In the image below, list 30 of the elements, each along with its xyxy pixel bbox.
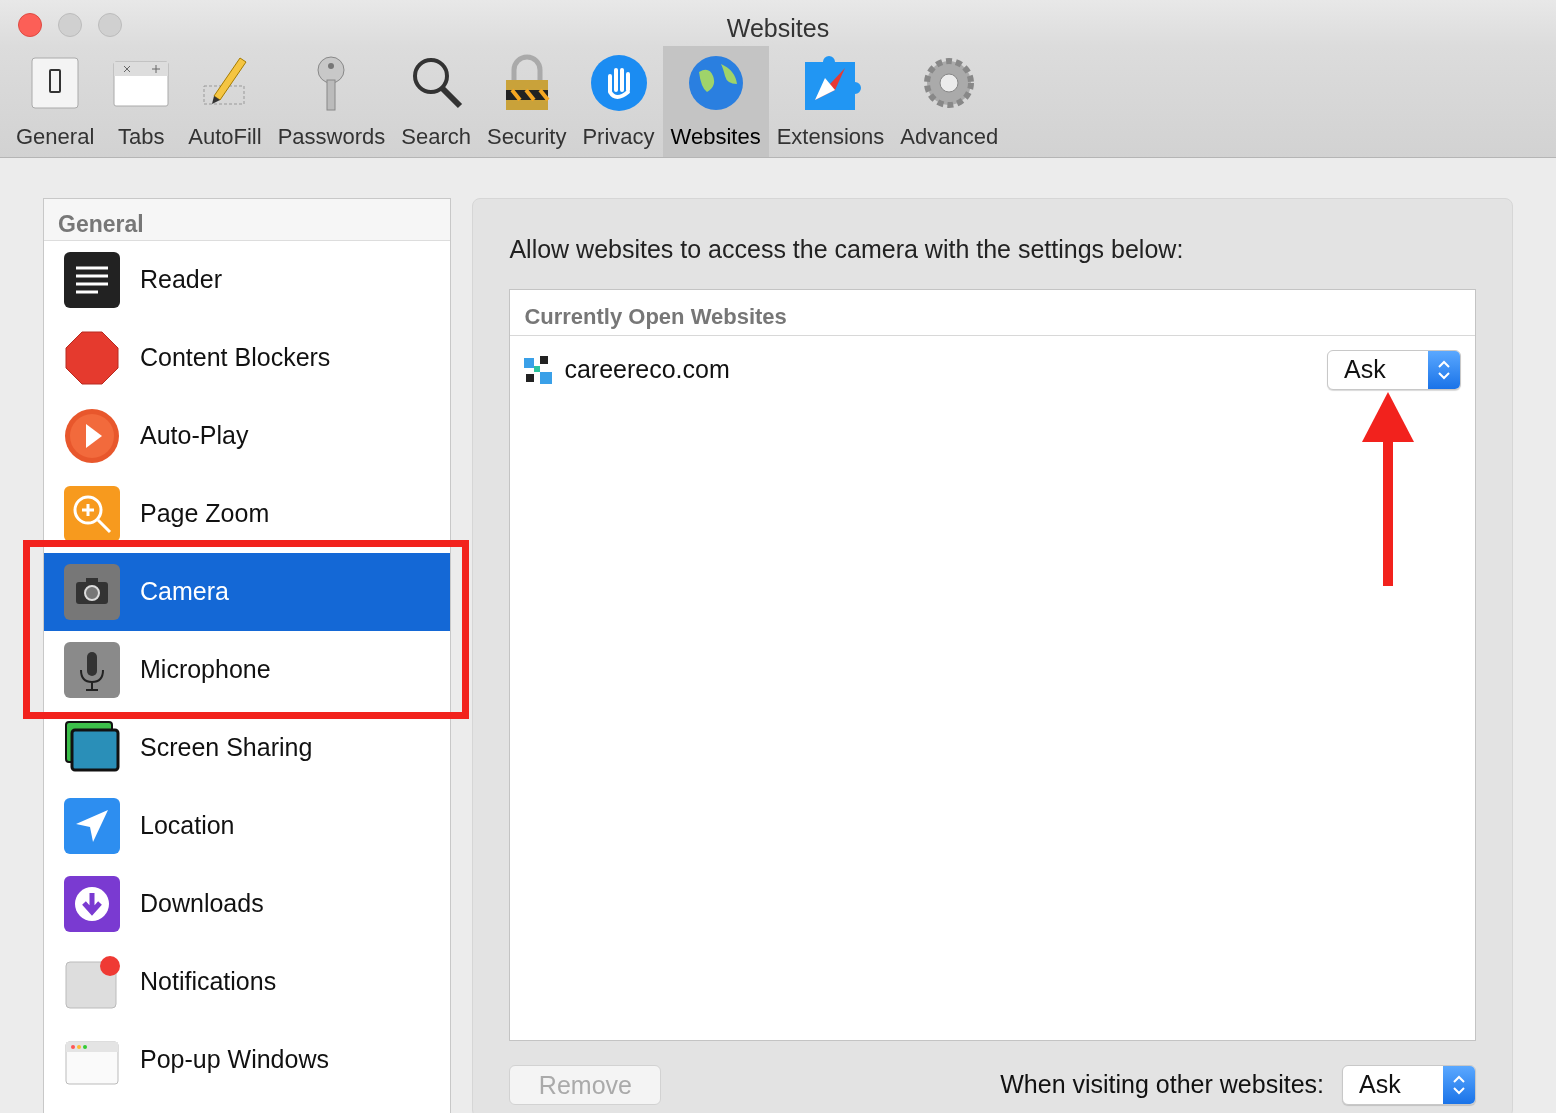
site-favicon-icon xyxy=(522,353,555,386)
table-header: Currently Open Websites xyxy=(510,289,1475,336)
close-button[interactable] xyxy=(18,13,42,37)
camera-icon xyxy=(64,564,120,620)
permission-select[interactable]: Ask xyxy=(1327,349,1461,390)
reader-icon xyxy=(64,252,120,308)
toolbar-tab[interactable]: Tabs xyxy=(102,46,181,157)
toolbar-tab[interactable]: Privacy xyxy=(574,46,663,157)
default-setting-label: When visiting other websites: xyxy=(1000,1068,1324,1100)
panel-heading: Allow websites to access the camera with the settings below: xyxy=(509,234,1185,265)
toolbar-tab[interactable]: Websites xyxy=(662,46,769,157)
toolbar-tab[interactable]: Passwords xyxy=(269,46,394,157)
location-icon xyxy=(64,798,120,854)
toolbar-tab[interactable]: AutoFill xyxy=(180,46,270,157)
window-title: Websites xyxy=(726,14,830,42)
sidebar-item[interactable]: Camera xyxy=(44,553,451,631)
toolbar-tab[interactable]: Extensions xyxy=(768,46,893,157)
zoom-icon xyxy=(64,486,120,542)
toolbar-tab[interactable]: General xyxy=(8,46,103,157)
toolbar-tab[interactable]: Advanced xyxy=(892,46,1007,157)
minimize-button[interactable] xyxy=(58,13,82,37)
sidebar-header: General xyxy=(44,199,451,241)
downloads-icon xyxy=(64,876,120,932)
autoplay-icon xyxy=(64,408,120,464)
zoom-button[interactable] xyxy=(98,13,122,37)
default-setting-select[interactable]: Ask xyxy=(1342,1064,1476,1105)
microphone-icon xyxy=(64,642,120,698)
toolbar-tab[interactable]: Security xyxy=(478,46,575,157)
site-name: careereco.com xyxy=(564,353,730,385)
toolbar-tab[interactable]: Search xyxy=(393,46,479,157)
